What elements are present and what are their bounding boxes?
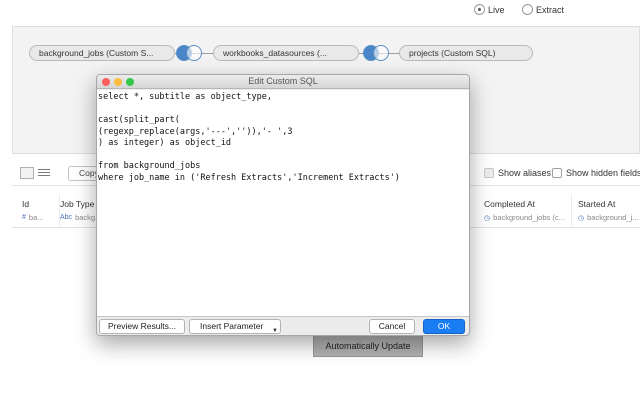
dropdown-caret-icon: ▼ xyxy=(272,328,278,334)
automatically-update-button[interactable]: Automatically Update xyxy=(313,335,423,357)
list-view-icon[interactable] xyxy=(37,167,51,179)
cancel-button[interactable]: Cancel xyxy=(369,319,415,334)
live-radio-label: Live xyxy=(488,4,505,15)
datetime-type-icon: ◷ xyxy=(578,214,585,222)
show-hidden-label: Show hidden fields xyxy=(566,168,640,178)
sql-editor[interactable]: select *, subtitle as object_type, cast(… xyxy=(97,90,469,317)
sql-line: (regexp_replace(args,'---','')),'- ',3 xyxy=(98,126,293,137)
dialog-title: Edit Custom SQL xyxy=(248,76,318,86)
string-type-icon: Abc xyxy=(60,214,73,221)
show-aliases-toggle[interactable]: Show aliases xyxy=(484,168,551,178)
insert-parameter-button[interactable]: Insert Parameter ▼ xyxy=(189,319,281,334)
sql-line: from background_jobs xyxy=(98,161,201,171)
edit-custom-sql-dialog: Edit Custom SQL select *, subtitle as ob… xyxy=(96,74,470,336)
column-source: ba... xyxy=(28,213,44,222)
sql-line: cast(split_part( xyxy=(98,115,180,125)
join-circle-right xyxy=(373,45,389,61)
sql-line xyxy=(98,104,469,116)
extract-radio-dot[interactable] xyxy=(522,4,533,15)
join-icon[interactable] xyxy=(176,45,202,61)
column-source: background_jobs (c... xyxy=(493,213,565,222)
grid-view-icon[interactable] xyxy=(20,167,34,179)
sql-line: select *, subtitle as object_type, xyxy=(98,92,272,102)
insert-parameter-label: Insert Parameter xyxy=(200,321,264,331)
sql-line: ) as integer) as object_id xyxy=(98,138,232,148)
connection-bar: Live Extract xyxy=(0,0,640,24)
join-icon[interactable] xyxy=(363,45,389,61)
sql-line xyxy=(98,150,469,162)
extract-radio[interactable]: Extract xyxy=(522,4,564,15)
column-title: Completed At xyxy=(484,199,536,209)
extract-radio-label: Extract xyxy=(536,4,565,15)
number-type-icon: # xyxy=(22,214,26,221)
show-hidden-toggle[interactable]: Show hidden fields xyxy=(552,168,640,178)
ok-button[interactable]: OK xyxy=(423,319,465,334)
table-pill-workbooks-datasources[interactable]: workbooks_datasources (... xyxy=(213,45,359,61)
show-aliases-label: Show aliases xyxy=(498,168,552,178)
datetime-type-icon: ◷ xyxy=(484,214,491,222)
column-header-completed-at[interactable]: Completed At ◷ background_jobs (c... xyxy=(478,194,572,228)
live-radio-dot[interactable] xyxy=(474,4,485,15)
column-source: background_j... xyxy=(587,213,639,222)
show-hidden-checkbox[interactable] xyxy=(552,168,562,178)
live-radio[interactable]: Live xyxy=(474,4,505,15)
column-header-started-at[interactable]: Started At ◷ background_j... xyxy=(572,194,640,228)
show-aliases-checkbox[interactable] xyxy=(484,168,494,178)
table-pill-projects[interactable]: projects (Custom SQL) xyxy=(399,45,533,61)
column-title: Started At xyxy=(578,199,616,209)
join-circle-right xyxy=(186,45,202,61)
dialog-titlebar[interactable]: Edit Custom SQL xyxy=(97,75,469,89)
sql-line: where job_name in ('Refresh Extracts','I… xyxy=(98,172,400,183)
table-pill-background-jobs[interactable]: background_jobs (Custom S... xyxy=(29,45,175,61)
preview-results-button[interactable]: Preview Results... xyxy=(99,319,185,334)
